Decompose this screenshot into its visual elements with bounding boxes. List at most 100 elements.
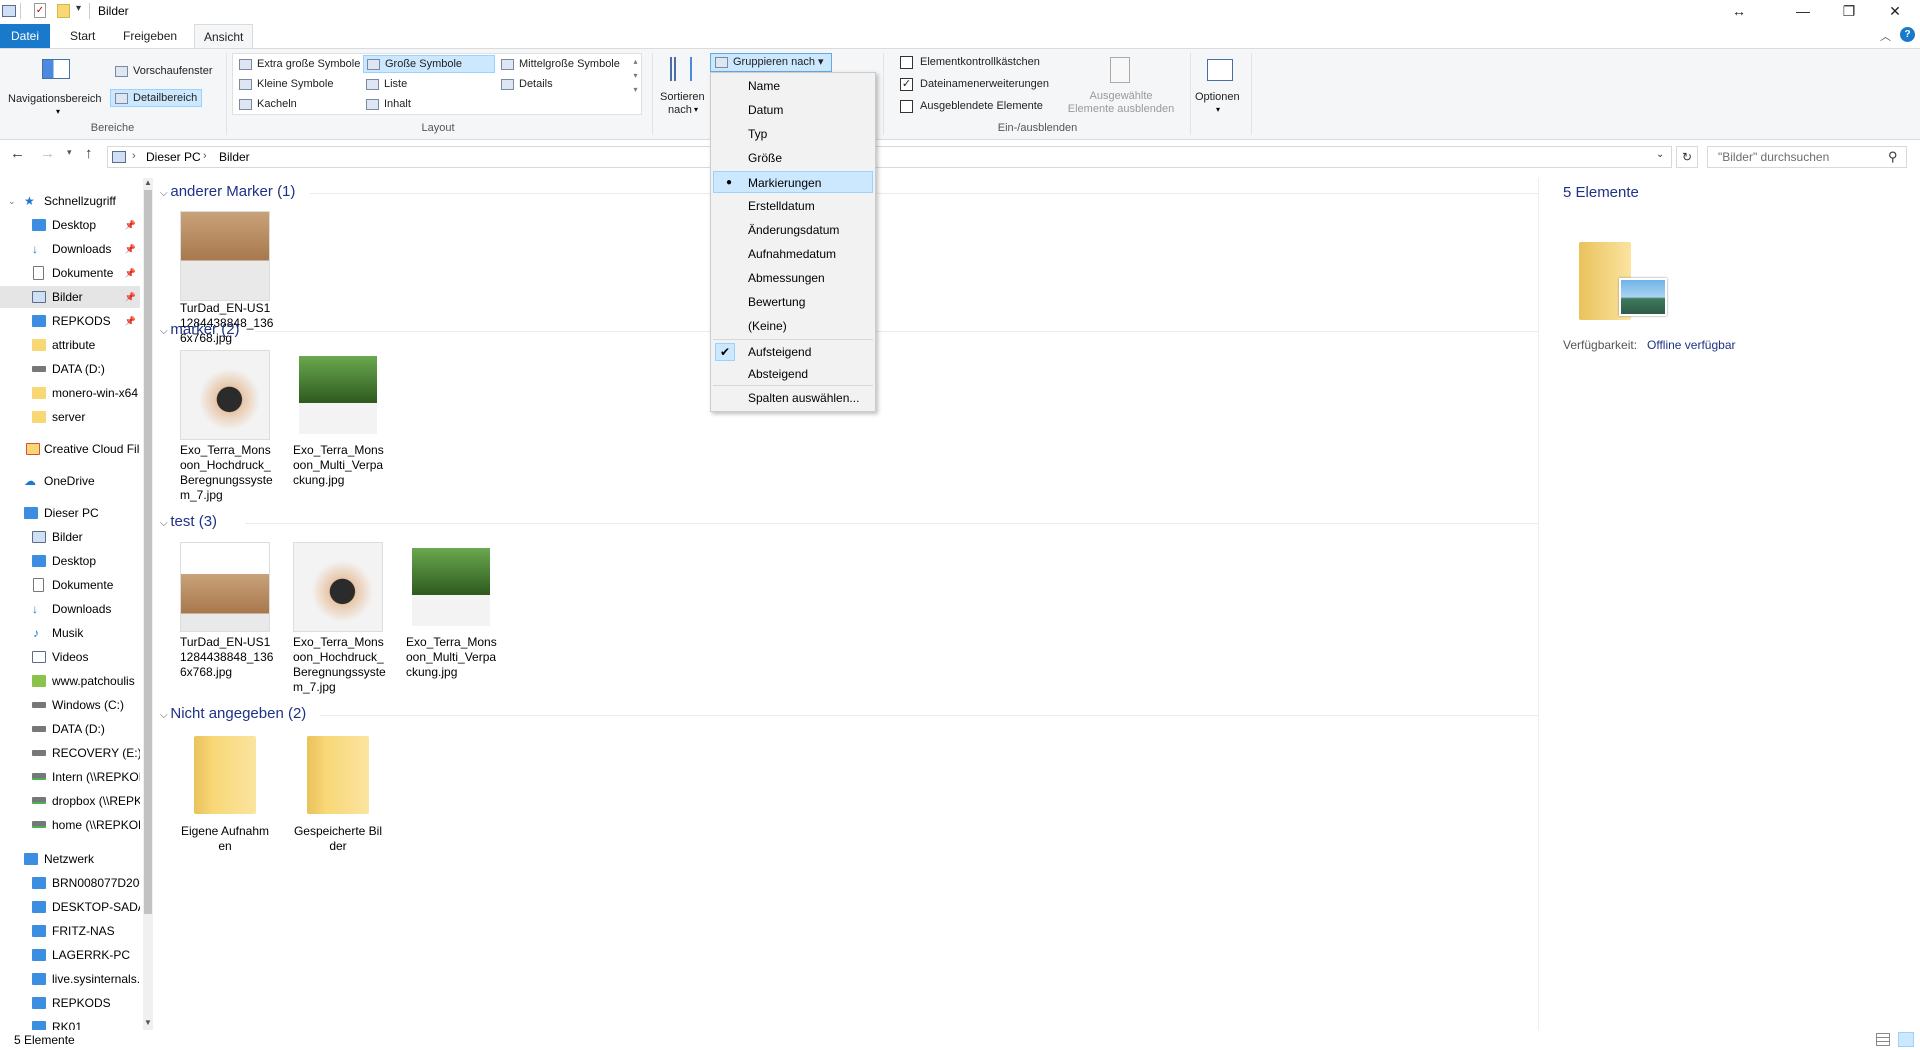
layout-small[interactable]: Kleine Symbole xyxy=(236,75,336,93)
menu-item-absteigend[interactable]: Absteigend xyxy=(713,363,873,385)
sidebar-item-repkods[interactable]: REPKODS 📌 xyxy=(0,310,140,332)
scroll-up-icon[interactable]: ▲ xyxy=(144,178,152,187)
menu-item-aufnahmedatum[interactable]: Aufnahmedatum xyxy=(713,243,873,265)
tab-start[interactable]: Start xyxy=(61,24,104,48)
up-button[interactable]: ↑ xyxy=(85,145,93,162)
close-button[interactable]: ✕ xyxy=(1872,0,1918,24)
sidebar-item-downloads[interactable]: ↓ Downloads 📌 xyxy=(0,238,140,260)
properties-icon[interactable]: ✓ xyxy=(34,3,46,18)
sidebar-item-home[interactable]: home (\\REPKODS xyxy=(0,814,140,836)
minimize-button[interactable]: — xyxy=(1780,0,1826,24)
layout-large[interactable]: Große Symbole xyxy=(363,55,495,73)
menu-item-aufsteigend[interactable]: ✔ Aufsteigend xyxy=(713,341,873,363)
help-icon[interactable]: ? xyxy=(1900,27,1915,42)
hidden-items-toggle[interactable]: Ausgeblendete Elemente xyxy=(900,99,1043,115)
sidebar-item-desktop[interactable]: Desktop 📌 xyxy=(0,214,140,236)
sidebar-item-this-pc[interactable]: Dieser PC xyxy=(0,502,140,524)
sidebar-item-attribute[interactable]: attribute xyxy=(0,334,140,356)
group-by-button[interactable]: Gruppieren nach ▾ xyxy=(710,53,832,72)
sidebar-item-dropbox[interactable]: dropbox (\\REPKODS xyxy=(0,790,140,812)
tab-ansicht[interactable]: Ansicht xyxy=(194,24,254,49)
checkbox-extensions[interactable]: ✓ xyxy=(900,78,913,91)
menu-item-abmessungen[interactable]: Abmessungen xyxy=(713,267,873,289)
sidebar-item-onedrive[interactable]: ☁ OneDrive xyxy=(0,470,140,492)
pin-icon[interactable]: 📌 xyxy=(125,310,136,332)
details-view-icon[interactable] xyxy=(1876,1033,1890,1046)
layout-content[interactable]: Inhalt xyxy=(363,95,414,113)
sidebar-item-rk01[interactable]: RK01 xyxy=(0,1016,140,1030)
breadcrumb-dieser-pc[interactable]: Dieser PC xyxy=(146,150,201,164)
sidebar-item-fritz-nas[interactable]: FRITZ-NAS xyxy=(0,920,140,942)
sidebar-item-windows-c[interactable]: Windows (C:) xyxy=(0,694,140,716)
sidebar-item-videos[interactable]: Videos xyxy=(0,646,140,668)
tab-datei[interactable]: Datei xyxy=(0,24,51,48)
search-input[interactable]: "Bilder" durchsuchen xyxy=(1718,150,1829,164)
sidebar-item-pc-dokumente[interactable]: Dokumente xyxy=(0,574,140,596)
details-pane-button[interactable]: Detailbereich xyxy=(110,89,203,107)
chevron-right-icon[interactable]: › xyxy=(203,150,207,162)
layout-tiles[interactable]: Kacheln xyxy=(236,95,300,113)
nav-pane-button[interactable]: Navigationsbereich ▾ xyxy=(6,53,110,116)
sort-by-button[interactable]: Sortieren nach ▾ xyxy=(656,53,708,116)
sidebar-item-brn[interactable]: BRN008077D200 xyxy=(0,872,140,894)
window-icon[interactable] xyxy=(2,5,16,17)
pin-icon[interactable]: 📌 xyxy=(125,238,136,260)
group-header[interactable]: ⌵ Nicht angegeben (2) xyxy=(160,705,306,725)
forward-button[interactable]: → xyxy=(40,145,55,162)
menu-item-aenderungsdatum[interactable]: Änderungsdatum xyxy=(713,219,873,241)
sidebar-item-desktop-sada[interactable]: DESKTOP-SADAJ xyxy=(0,896,140,918)
menu-item-groesse[interactable]: Größe xyxy=(713,147,873,169)
customize-qat-icon[interactable]: ▾ xyxy=(76,3,81,14)
menu-item-spalten[interactable]: Spalten auswählen... xyxy=(713,387,873,409)
breadcrumb-bilder[interactable]: Bilder xyxy=(219,150,250,164)
pin-icon[interactable]: 📌 xyxy=(125,262,136,284)
menu-item-erstelldatum[interactable]: Erstelldatum xyxy=(713,195,873,217)
sidebar-item-monero[interactable]: monero-win-x64 xyxy=(0,382,140,404)
menu-item-typ[interactable]: Typ xyxy=(713,123,873,145)
search-icon[interactable]: ⚲ xyxy=(1888,149,1898,165)
sidebar-item-creative-cloud[interactable]: Creative Cloud Files xyxy=(0,438,140,460)
item-checkboxes-toggle[interactable]: Elementkontrollkästchen xyxy=(900,55,1040,71)
address-dropdown-icon[interactable]: ⌄ xyxy=(1656,149,1664,160)
layout-extra-large[interactable]: Extra große Symbole xyxy=(236,55,363,73)
layout-list[interactable]: Liste xyxy=(363,75,410,93)
group-header[interactable]: ⌵ marker (2) xyxy=(160,321,240,341)
menu-item-bewertung[interactable]: Bewertung xyxy=(713,291,873,313)
scroll-down-icon[interactable]: ▼ xyxy=(144,1018,152,1027)
sidebar-item-bilder[interactable]: Bilder 📌 xyxy=(0,286,140,308)
sidebar-item-musik[interactable]: ♪ Musik xyxy=(0,622,140,644)
sidebar-item-network[interactable]: Netzwerk xyxy=(0,848,140,870)
sidebar-item-server[interactable]: server xyxy=(0,406,140,428)
pin-icon[interactable]: 📌 xyxy=(125,286,136,308)
menu-item-markierungen[interactable]: ● Markierungen xyxy=(713,171,873,193)
new-folder-icon[interactable] xyxy=(57,4,70,18)
hide-selected-button[interactable]: Ausgewählte Elemente ausblenden xyxy=(1065,53,1177,115)
collapse-ribbon-icon[interactable]: ︿ xyxy=(1880,28,1891,44)
sidebar-item-lagerrk[interactable]: LAGERRK-PC xyxy=(0,944,140,966)
preview-pane-button[interactable]: Vorschaufenster xyxy=(111,62,217,80)
sidebar-item-patchoulis[interactable]: www.patchoulis xyxy=(0,670,140,692)
checkbox-item-checkboxes[interactable] xyxy=(900,56,913,69)
sidebar-item-pc-downloads[interactable]: ↓ Downloads xyxy=(0,598,140,620)
back-button[interactable]: ← xyxy=(10,145,25,162)
sidebar-item-pc-data-d[interactable]: DATA (D:) xyxy=(0,718,140,740)
sidebar-scroll-thumb[interactable] xyxy=(144,190,152,914)
sidebar-item-intern[interactable]: Intern (\\REPKODS xyxy=(0,766,140,788)
search-box[interactable]: "Bilder" durchsuchen ⚲ xyxy=(1707,146,1907,168)
menu-item-datum[interactable]: Datum xyxy=(713,99,873,121)
sidebar-item-dokumente[interactable]: Dokumente 📌 xyxy=(0,262,140,284)
large-icons-view-icon[interactable] xyxy=(1898,1032,1914,1047)
group-header[interactable]: ⌵ test (3) xyxy=(160,513,217,533)
pin-icon[interactable]: 📌 xyxy=(125,214,136,236)
options-button[interactable]: Optionen ▾ xyxy=(1193,53,1249,115)
chevron-right-icon[interactable]: › xyxy=(132,150,136,162)
sidebar-item-data-d[interactable]: DATA (D:) xyxy=(0,358,140,380)
group-header[interactable]: ⌵ anderer Marker (1) xyxy=(160,183,295,203)
refresh-button[interactable]: ↻ xyxy=(1676,146,1698,168)
layout-scroll[interactable]: ▴ ▾ ▾ xyxy=(630,55,641,113)
recent-locations-button[interactable]: ▾ xyxy=(67,147,72,158)
checkbox-hidden-items[interactable] xyxy=(900,100,913,113)
menu-item-name[interactable]: Name xyxy=(713,75,873,97)
extensions-toggle[interactable]: ✓ Dateinamenerweiterungen xyxy=(900,77,1049,93)
maximize-button[interactable]: ❐ xyxy=(1826,0,1872,24)
